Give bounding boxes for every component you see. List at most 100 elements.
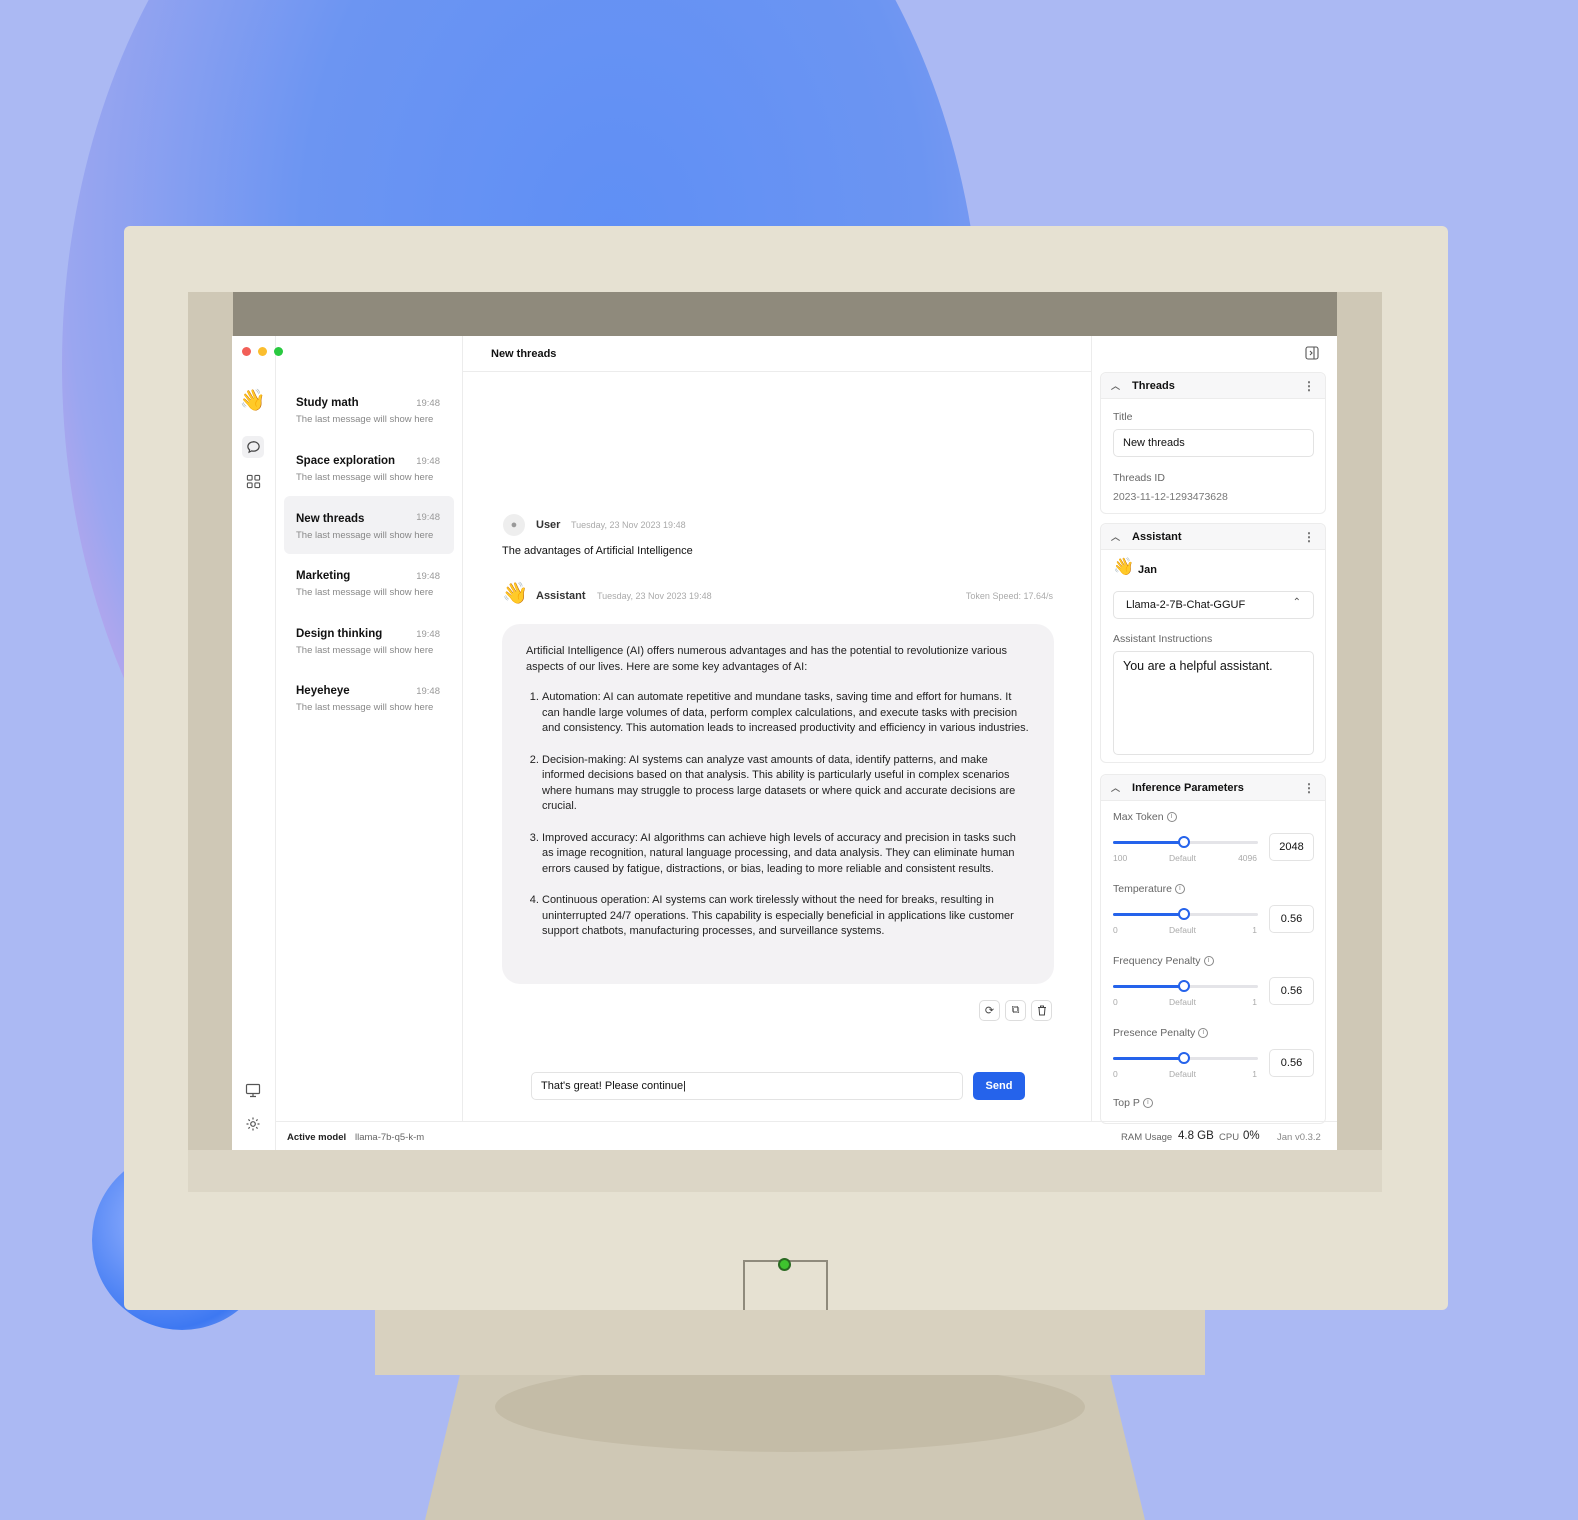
slider-fill — [1113, 1057, 1185, 1060]
thread-list: Study math 19:48 The last message will s… — [276, 336, 463, 1121]
title-field[interactable]: New threads — [1113, 429, 1314, 457]
slider-handle[interactable] — [1178, 908, 1191, 920]
thread-time: 19:48 — [416, 571, 440, 582]
gear-icon[interactable] — [242, 1113, 264, 1135]
slider-default: Default — [1169, 853, 1196, 863]
thread-id-value: 2023-11-12-1293473628 — [1113, 491, 1228, 503]
send-button[interactable]: Send — [973, 1072, 1025, 1100]
thread-time: 19:48 — [416, 686, 440, 697]
param-label-text: Presence Penalty — [1113, 1027, 1196, 1039]
cpu-label: CPU — [1219, 1132, 1240, 1143]
param-value-input[interactable]: 0.56 — [1269, 905, 1314, 933]
inference-section-header[interactable]: ︿ Inference Parameters ⋮ — [1101, 775, 1325, 801]
ram-label: RAM Usage — [1121, 1132, 1173, 1143]
param-value-input[interactable]: 2048 — [1269, 833, 1314, 861]
monitor-bezel-bottom — [188, 1150, 1382, 1192]
thread-time: 19:48 — [416, 512, 440, 523]
thread-id-label: Threads ID — [1113, 472, 1165, 484]
status-bar: Active model llama-7b-q5-k-m RAM Usage 4… — [276, 1121, 1337, 1150]
info-icon: i — [1142, 1098, 1153, 1109]
slider-handle[interactable] — [1178, 1052, 1191, 1064]
assistant-message-time: Tuesday, 23 Nov 2023 19:48 — [597, 591, 712, 601]
chat-icon[interactable] — [242, 436, 264, 458]
page-title: New threads — [491, 348, 557, 360]
thread-preview: The last message will show here — [296, 702, 434, 713]
chat-input[interactable]: That's great! Please continue| — [531, 1072, 963, 1100]
active-model-value: llama-7b-q5-k-m — [355, 1132, 425, 1143]
info-icon: i — [1174, 884, 1185, 895]
minimize-window-button[interactable] — [258, 347, 267, 356]
param-slider[interactable] — [1113, 1052, 1258, 1064]
power-led — [778, 1258, 791, 1271]
slider-min: 0 — [1113, 997, 1118, 1007]
toggle-panel-icon[interactable] — [1305, 346, 1319, 363]
chevron-up-icon: ︿ — [1111, 532, 1121, 542]
slider-min: 0 — [1113, 1069, 1118, 1079]
section-title: Inference Parameters — [1132, 781, 1244, 794]
monitor-icon[interactable] — [242, 1079, 264, 1101]
more-options-icon[interactable]: ⋮ — [1303, 379, 1315, 393]
threads-section-header[interactable]: ︿ Threads ⋮ — [1101, 373, 1325, 399]
grid-icon[interactable] — [242, 470, 264, 492]
section-title: Assistant — [1132, 530, 1182, 543]
copy-icon[interactable]: ⧉ — [1005, 1000, 1026, 1021]
trash-icon[interactable] — [1031, 1000, 1052, 1021]
param-slider[interactable] — [1113, 836, 1258, 848]
thread-time: 19:48 — [416, 456, 440, 467]
thread-preview: The last message will show here — [296, 587, 434, 598]
ram-value: 4.8 GB — [1178, 1130, 1214, 1142]
user-message-time: Tuesday, 23 Nov 2023 19:48 — [571, 520, 686, 530]
close-window-button[interactable] — [242, 347, 251, 356]
user-name: User — [536, 519, 561, 531]
slider-handle[interactable] — [1178, 980, 1191, 992]
thread-item-marketing[interactable]: Marketing 19:48 The last message will sh… — [284, 561, 454, 619]
slider-handle[interactable] — [1178, 836, 1191, 848]
monitor-stand-ring — [495, 1362, 1085, 1452]
cpu-value: 0% — [1243, 1130, 1260, 1142]
slider-min: 100 — [1113, 853, 1128, 863]
info-icon: i — [1198, 1028, 1209, 1039]
param-value-input[interactable]: 0.56 — [1269, 977, 1314, 1005]
assistant-message-bubble: Artificial Intelligence (AI) offers nume… — [502, 624, 1054, 984]
more-options-icon[interactable]: ⋮ — [1303, 530, 1315, 544]
thread-item-new-threads[interactable]: New threads 19:48 The last message will … — [284, 496, 454, 554]
wave-logo-icon[interactable]: 👋 — [240, 389, 266, 412]
info-icon: i — [1166, 812, 1177, 823]
thread-preview: The last message will show here — [296, 414, 434, 425]
instructions-textarea[interactable]: You are a helpful assistant. — [1113, 651, 1314, 755]
slider-max: 1 — [1252, 925, 1257, 935]
list-item: Automation: AI can automate repetitive a… — [542, 690, 1030, 737]
assistant-avatar-icon: 👋 — [502, 582, 529, 605]
regenerate-icon[interactable]: ⟳ — [979, 1000, 1000, 1021]
slider-fill — [1113, 913, 1185, 916]
chat-header: New threads — [463, 336, 1091, 372]
assistant-section-header[interactable]: ︿ Assistant ⋮ — [1101, 524, 1325, 550]
active-model-label: Active model — [287, 1132, 347, 1143]
thread-item-study-math[interactable]: Study math 19:48 The last message will s… — [284, 388, 454, 446]
token-speed: Token Speed: 17.64/s — [965, 591, 1053, 601]
assistant-section: ︿ Assistant ⋮ 👋 Jan Llama-2-7B-Chat-GGUF… — [1100, 523, 1326, 763]
threads-section: ︿ Threads ⋮ Title New threads Threads ID… — [1100, 372, 1326, 514]
param-value-input[interactable]: 0.56 — [1269, 1049, 1314, 1077]
monitor-stand-neck — [375, 1305, 1205, 1375]
model-select[interactable]: Llama-2-7B-Chat-GGUF ⌃ — [1113, 591, 1314, 619]
thread-item-heyeheye[interactable]: Heyeheye 19:48 The last message will sho… — [284, 676, 454, 734]
param-slider[interactable] — [1113, 908, 1258, 920]
advantages-list: Automation: AI can automate repetitive a… — [526, 690, 1030, 940]
thread-time: 19:48 — [416, 629, 440, 640]
section-title: Threads — [1132, 379, 1175, 392]
assistant-intro: Artificial Intelligence (AI) offers nume… — [526, 645, 1008, 673]
list-item: Improved accuracy: AI algorithms can ach… — [542, 831, 1030, 878]
param-label: Frequency Penalty i — [1113, 955, 1214, 967]
assistant-name: Assistant — [536, 590, 586, 602]
thread-time: 19:48 — [416, 398, 440, 409]
slider-default: Default — [1169, 925, 1196, 935]
app-window: 👋 Study math 19:48 The last message will… — [232, 336, 1337, 1150]
param-label: Temperature i — [1113, 883, 1185, 895]
param-slider[interactable] — [1113, 980, 1258, 992]
title-label: Title — [1113, 411, 1133, 423]
wave-avatar-icon: 👋 — [1113, 557, 1135, 576]
more-options-icon[interactable]: ⋮ — [1303, 781, 1315, 795]
thread-item-design-thinking[interactable]: Design thinking 19:48 The last message w… — [284, 619, 454, 677]
inference-section: ︿ Inference Parameters ⋮ Max Token i 100 De… — [1100, 774, 1326, 1124]
